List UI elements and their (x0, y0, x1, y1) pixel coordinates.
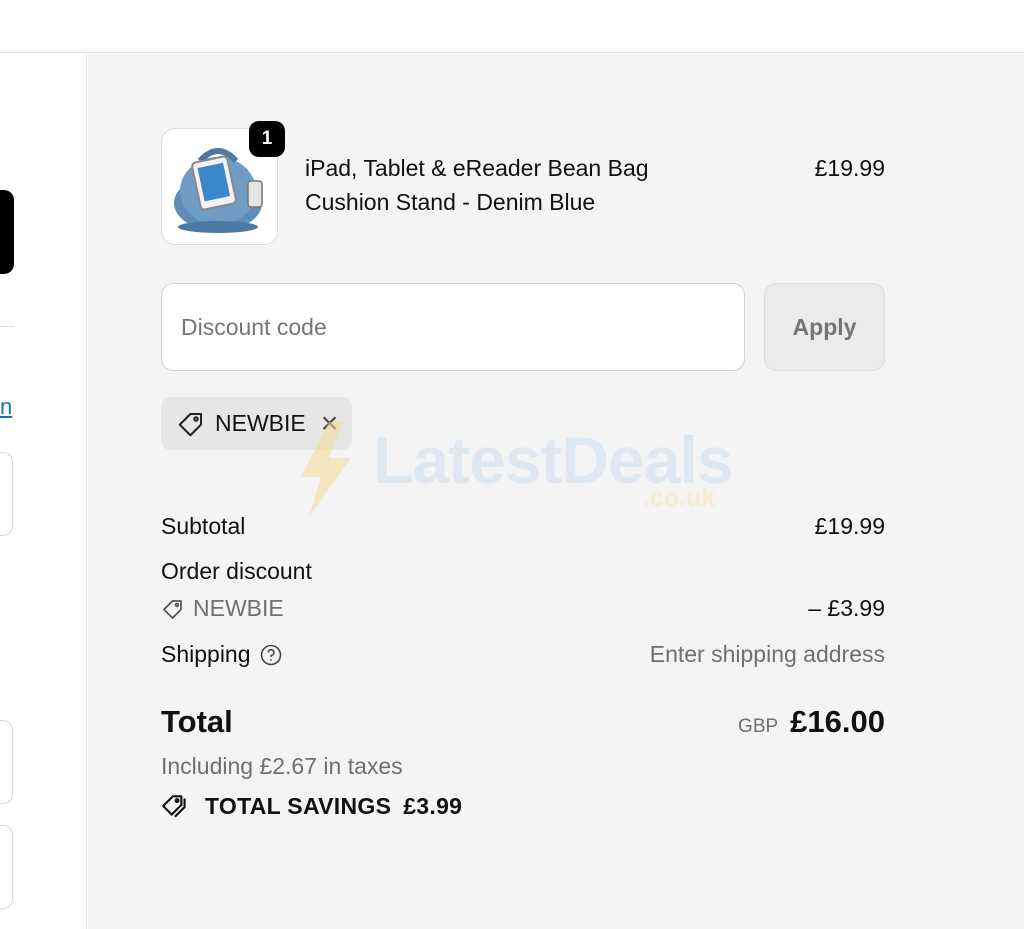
shipping-row: Shipping Enter shipping address (161, 641, 885, 668)
total-savings-label: TOTAL SAVINGS (205, 792, 392, 819)
subtotal-row: Subtotal £19.99 (161, 513, 885, 540)
total-currency: GBP (738, 716, 779, 737)
tag-icon (178, 412, 202, 436)
order-discount-code-row: NEWBIE – £3.99 (161, 595, 885, 622)
product-price: £19.99 (814, 155, 885, 181)
total-savings: TOTAL SAVINGS £3.99 (161, 792, 462, 820)
subtotal-value: £19.99 (814, 513, 885, 539)
help-circle-icon[interactable] (259, 643, 283, 667)
checkout-main-column: n (0, 54, 87, 929)
order-discount-label: Order discount (161, 558, 312, 584)
lightning-bolt-icon (301, 422, 351, 517)
shipping-value: Enter shipping address (649, 641, 885, 667)
quantity-badge: 1 (249, 121, 285, 157)
discount-code-input[interactable] (161, 283, 745, 371)
tag-icon (163, 599, 182, 619)
form-field-partial[interactable] (0, 720, 13, 804)
primary-action-button-partial[interactable] (0, 190, 14, 274)
shipping-label: Shipping (161, 641, 251, 667)
watermark-subtext: .co.uk (643, 484, 716, 512)
total-savings-value: £3.99 (403, 792, 463, 819)
sign-in-link-partial[interactable]: n (0, 394, 12, 420)
order-discount-value: – £3.99 (808, 595, 885, 621)
total-amount: GBP £16.00 (738, 704, 885, 740)
section-divider (0, 326, 14, 327)
applied-discount-code: NEWBIE (215, 410, 306, 436)
apply-discount-button[interactable]: Apply (764, 283, 885, 371)
total-value: £16.00 (790, 704, 885, 739)
subtotal-label: Subtotal (161, 513, 246, 539)
form-field-partial[interactable] (0, 825, 13, 909)
product-name: iPad, Tablet & eReader Bean Bag Cushion … (305, 155, 649, 215)
order-discount-code: NEWBIE (193, 595, 284, 621)
tax-note: Including £2.67 in taxes (161, 753, 403, 779)
watermark: LatestDeals .co.uk (295, 422, 735, 517)
order-discount-row: Order discount (161, 558, 885, 585)
tags-icon (162, 795, 186, 818)
total-label: Total (161, 704, 233, 739)
top-header (0, 0, 1024, 53)
form-field-partial[interactable] (0, 452, 13, 536)
